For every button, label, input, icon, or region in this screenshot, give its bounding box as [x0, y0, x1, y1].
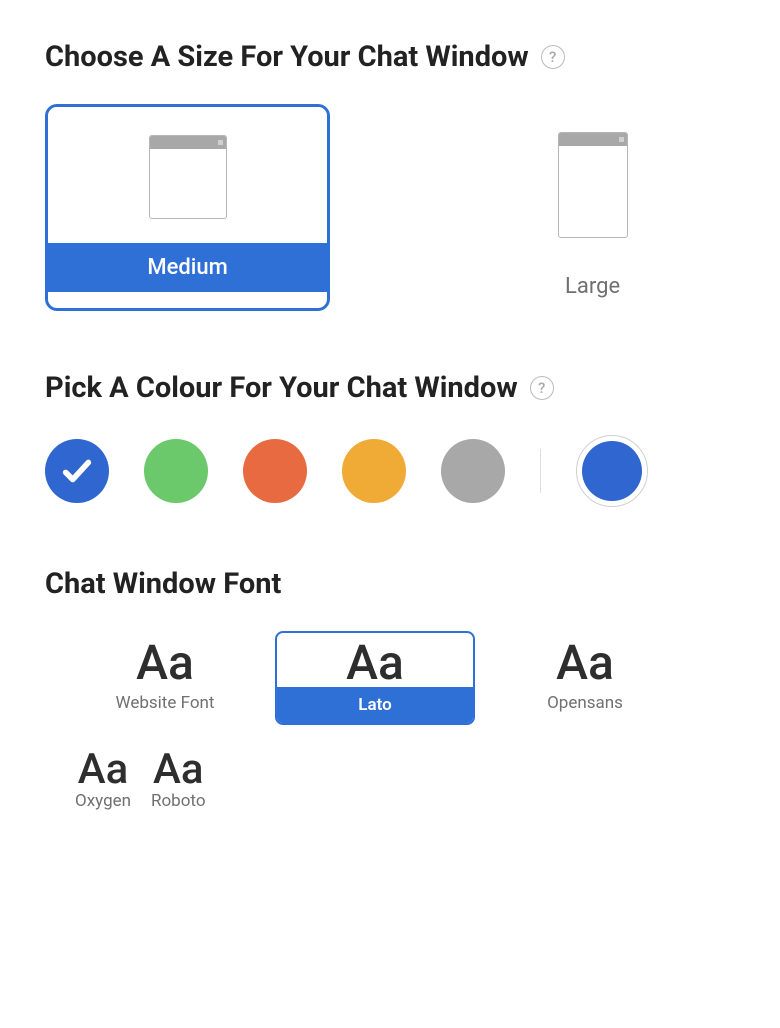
font-label: Lato	[277, 687, 473, 723]
color-options	[45, 435, 735, 507]
size-title: Choose A Size For Your Chat Window	[45, 40, 529, 74]
color-title: Pick A Colour For Your Chat Window	[45, 371, 518, 405]
size-preview-large	[450, 104, 735, 262]
window-icon	[558, 132, 628, 238]
font-sample: Aa	[78, 743, 129, 791]
color-header: Pick A Colour For Your Chat Window ?	[45, 371, 735, 405]
color-divider	[540, 449, 541, 493]
color-swatch-green[interactable]	[144, 439, 208, 503]
check-icon	[60, 454, 94, 488]
window-icon	[149, 135, 227, 219]
size-section: Choose A Size For Your Chat Window ? Med…	[45, 40, 735, 311]
color-swatch-gray[interactable]	[441, 439, 505, 503]
size-option-large[interactable]: Large	[450, 104, 735, 311]
font-sample: Aa	[556, 633, 614, 687]
font-label: Oxygen	[75, 791, 131, 815]
size-label-large: Large	[450, 262, 735, 311]
font-label: Opensans	[487, 687, 683, 717]
color-section: Pick A Colour For Your Chat Window ?	[45, 371, 735, 507]
font-sample: Aa	[136, 633, 194, 687]
font-option-opensans[interactable]: Aa Opensans	[485, 631, 685, 725]
size-option-medium[interactable]: Medium	[45, 104, 330, 311]
font-option-oxygen[interactable]: Aa Oxygen	[75, 743, 131, 815]
color-swatch-amber[interactable]	[342, 439, 406, 503]
size-options: Medium Large	[45, 104, 735, 311]
font-sample: Aa	[153, 743, 204, 791]
font-title: Chat Window Font	[45, 567, 281, 601]
font-section: Chat Window Font Aa Website Font Aa Lato…	[45, 567, 735, 815]
font-option-website-font[interactable]: Aa Website Font	[65, 631, 265, 725]
size-header: Choose A Size For Your Chat Window ?	[45, 40, 735, 74]
font-option-roboto[interactable]: Aa Roboto	[151, 743, 206, 815]
font-header: Chat Window Font	[45, 567, 735, 601]
size-preview-medium	[48, 107, 327, 243]
font-option-lato[interactable]: Aa Lato	[275, 631, 475, 725]
size-label-medium: Medium	[48, 243, 327, 292]
color-custom-swatch	[582, 441, 642, 501]
font-options-row1: Aa Website Font Aa Lato Aa Opensans	[45, 631, 735, 725]
help-icon[interactable]: ?	[541, 45, 565, 69]
font-label: Roboto	[151, 791, 206, 815]
help-icon[interactable]: ?	[530, 376, 554, 400]
color-swatch-orange[interactable]	[243, 439, 307, 503]
font-options-row2: Aa Oxygen Aa Roboto	[45, 743, 735, 815]
font-label: Website Font	[67, 687, 263, 717]
color-custom-picker[interactable]	[576, 435, 648, 507]
font-sample: Aa	[346, 633, 404, 687]
color-swatch-blue[interactable]	[45, 439, 109, 503]
